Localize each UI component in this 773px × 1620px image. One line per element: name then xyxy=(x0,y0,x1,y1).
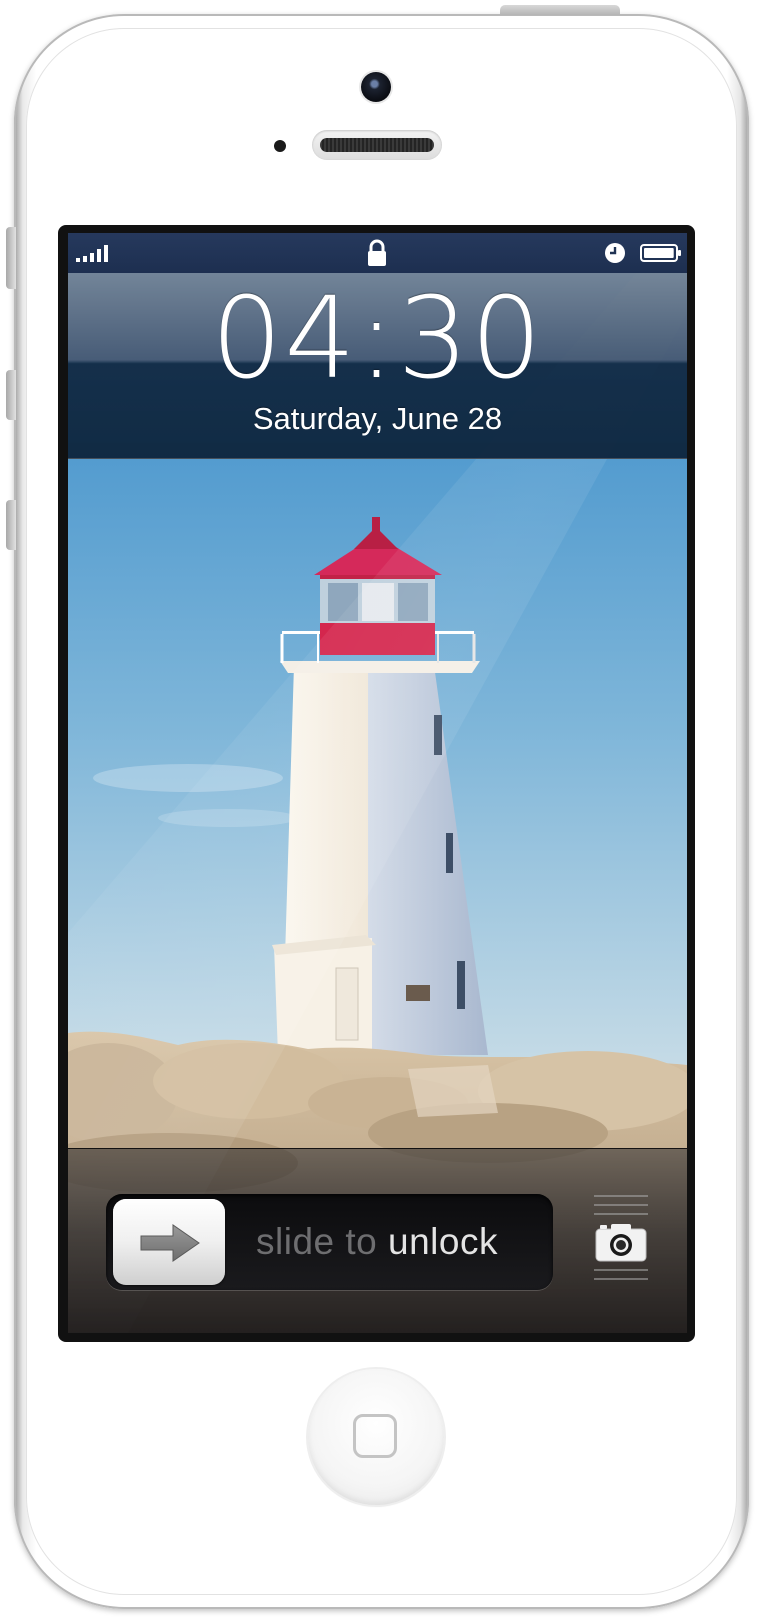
camera-icon xyxy=(595,1224,647,1262)
grabber-line xyxy=(594,1204,648,1206)
grabber-line xyxy=(594,1195,648,1197)
grabber-line xyxy=(594,1213,648,1215)
proximity-sensor xyxy=(274,140,286,152)
battery-icon xyxy=(640,244,681,262)
grabber-line xyxy=(594,1278,648,1280)
padlock-icon xyxy=(368,239,386,266)
sleep-wake-button[interactable] xyxy=(500,5,620,15)
home-square-icon xyxy=(353,1414,397,1458)
camera-grabber[interactable] xyxy=(588,1189,654,1289)
status-bar xyxy=(68,233,687,273)
slide-to-prefix: slide to xyxy=(256,1221,389,1262)
unlock-highlight: unlock xyxy=(388,1221,498,1262)
lock-date: Saturday, June 28 xyxy=(252,401,503,436)
volume-up-button[interactable] xyxy=(6,370,16,420)
clock-panel: 04:30 Saturday, June 28 xyxy=(68,273,687,459)
unlock-dock: slide to unlock xyxy=(68,1148,687,1333)
grabber-line xyxy=(594,1269,648,1271)
front-camera xyxy=(361,72,391,102)
lock-screen: 04:30 Saturday, June 28 slide to unlock xyxy=(68,233,687,1333)
clock-icon xyxy=(605,243,625,263)
volume-down-button[interactable] xyxy=(6,500,16,550)
home-button[interactable] xyxy=(308,1369,444,1505)
signal-bars-icon xyxy=(76,245,108,262)
lock-time: 04:30 xyxy=(211,274,544,404)
earpiece-speaker xyxy=(312,130,442,160)
slide-to-unlock-label: slide to unlock xyxy=(256,1222,498,1262)
mute-switch[interactable] xyxy=(6,227,16,289)
slide-to-unlock-track[interactable]: slide to unlock xyxy=(106,1194,553,1290)
unlock-slider-knob[interactable] xyxy=(113,1199,225,1285)
arrow-right-icon xyxy=(140,1224,200,1262)
